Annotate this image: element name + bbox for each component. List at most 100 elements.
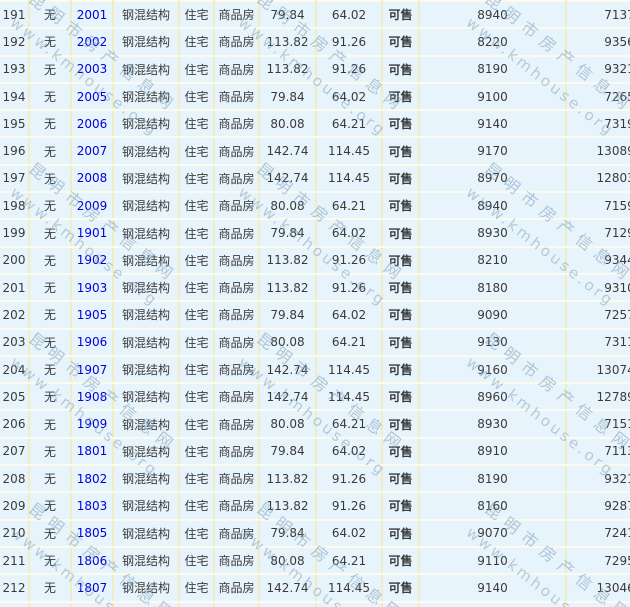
cell-house-type: 商品房 [214,301,259,328]
cell-structure: 钢混结构 [113,383,179,410]
cell-total-price: 1304644 [566,574,630,601]
cell-house-type: 商品房 [214,602,259,607]
cell-row-number: 197 [0,165,29,192]
cell-sale-status: 可售 [382,520,419,547]
cell-house-type: 商品房 [214,410,259,437]
cell-inner-area: 64.21 [316,110,382,137]
cell-inner-area: 64.02 [316,83,382,110]
cell-total-price: 715114 [566,410,630,437]
cell-build-area: 142.74 [259,137,316,164]
cell-usage: 住宅 [179,438,214,465]
cell-row-number: 206 [0,410,29,437]
cell-build-area: 142.74 [259,165,316,192]
cell-usage: 住宅 [179,410,214,437]
unit-number-link[interactable]: 2007 [77,144,108,158]
cell-row-number: 208 [0,465,29,492]
unit-number-link[interactable]: 1902 [77,253,108,267]
cell-total-price: 1308926 [566,137,630,164]
cell-usage: 住宅 [179,1,214,28]
cell-mortgage: 无 [29,574,71,601]
cell-total-price: 1307498 [566,356,630,383]
unit-number-link[interactable]: 2001 [77,8,108,22]
cell-house-type: 商品房 [214,574,259,601]
cell-row-number: 192 [0,28,29,55]
unit-number-link[interactable]: 1803 [77,499,108,513]
cell-build-area: 142.74 [259,574,316,601]
cell-sale-status: 可售 [382,383,419,410]
cell-build-area: 142.74 [259,602,316,607]
unit-number-link[interactable]: 2003 [77,62,108,76]
unit-listing-page: 191 无 2001 钢混结构 住宅 商品房 79.84 64.02 可售 89… [0,0,630,607]
cell-usage: 住宅 [179,602,214,607]
cell-build-area: 113.82 [259,28,316,55]
cell-structure: 钢混结构 [113,28,179,55]
cell-row-number: 193 [0,56,29,83]
table-row: 191 无 2001 钢混结构 住宅 商品房 79.84 64.02 可售 89… [0,1,630,28]
cell-row-number: 203 [0,329,29,356]
cell-inner-area: 114.45 [316,574,382,601]
cell-unit-price: 9070 [419,520,566,547]
cell-usage: 住宅 [179,83,214,110]
cell-inner-area: 91.26 [316,247,382,274]
cell-total-price: 713770 [566,1,630,28]
unit-number-link[interactable]: 1906 [77,335,108,349]
table-row: 199 无 1901 钢混结构 住宅 商品房 79.84 64.02 可售 89… [0,219,630,246]
cell-unit-price: 8940 [419,602,566,607]
cell-house-type: 商品房 [214,219,259,246]
cell-usage: 住宅 [179,56,214,83]
table-row: 200 无 1902 钢混结构 住宅 商品房 113.82 91.26 可售 8… [0,247,630,274]
cell-unit-number: 2009 [71,192,113,219]
unit-number-link[interactable]: 1807 [77,581,108,595]
unit-number-link[interactable]: 1905 [77,308,108,322]
unit-number-link[interactable]: 1907 [77,363,108,377]
cell-build-area: 79.84 [259,219,316,246]
unit-number-link[interactable]: 2002 [77,35,108,49]
unit-number-link[interactable]: 1901 [77,226,108,240]
cell-house-type: 商品房 [214,165,259,192]
cell-structure: 钢混结构 [113,219,179,246]
cell-unit-price: 9160 [419,356,566,383]
unit-number-link[interactable]: 1908 [77,390,108,404]
cell-row-number: 195 [0,110,29,137]
cell-total-price: 935600 [566,28,630,55]
cell-unit-price: 9110 [419,547,566,574]
cell-unit-price: 8960 [419,383,566,410]
cell-mortgage: 无 [29,465,71,492]
cell-house-type: 商品房 [214,520,259,547]
cell-usage: 住宅 [179,219,214,246]
cell-sale-status: 可售 [382,56,419,83]
table-row: 198 无 2009 钢混结构 住宅 商品房 80.08 64.21 可售 89… [0,192,630,219]
cell-structure: 钢混结构 [113,165,179,192]
table-row: 202 无 1905 钢混结构 住宅 商品房 79.84 64.02 可售 90… [0,301,630,328]
unit-table-body: 191 无 2001 钢混结构 住宅 商品房 79.84 64.02 可售 89… [0,1,630,607]
cell-sale-status: 可售 [382,301,419,328]
unit-number-link[interactable]: 1802 [77,472,108,486]
cell-structure: 钢混结构 [113,520,179,547]
cell-structure: 钢混结构 [113,547,179,574]
cell-house-type: 商品房 [214,1,259,28]
unit-number-link[interactable]: 1909 [77,417,108,431]
cell-usage: 住宅 [179,329,214,356]
unit-number-link[interactable]: 2005 [77,90,108,104]
cell-row-number: 198 [0,192,29,219]
unit-number-link[interactable]: 1805 [77,526,108,540]
cell-row-number: 204 [0,356,29,383]
cell-row-number: 213 [0,602,29,607]
cell-structure: 钢混结构 [113,192,179,219]
unit-number-link[interactable]: 1801 [77,444,108,458]
unit-number-link[interactable]: 1806 [77,554,108,568]
cell-build-area: 80.08 [259,192,316,219]
unit-number-link[interactable]: 2006 [77,117,108,131]
cell-structure: 钢混结构 [113,602,179,607]
unit-number-link[interactable]: 2009 [77,199,108,213]
cell-usage: 住宅 [179,301,214,328]
cell-sale-status: 可售 [382,492,419,519]
cell-unit-price: 9140 [419,110,566,137]
cell-structure: 钢混结构 [113,137,179,164]
cell-unit-price: 8940 [419,1,566,28]
cell-unit-number: 1907 [71,356,113,383]
unit-number-link[interactable]: 2008 [77,171,108,185]
unit-number-link[interactable]: 1903 [77,281,108,295]
cell-mortgage: 无 [29,520,71,547]
cell-sale-status: 可售 [382,547,419,574]
